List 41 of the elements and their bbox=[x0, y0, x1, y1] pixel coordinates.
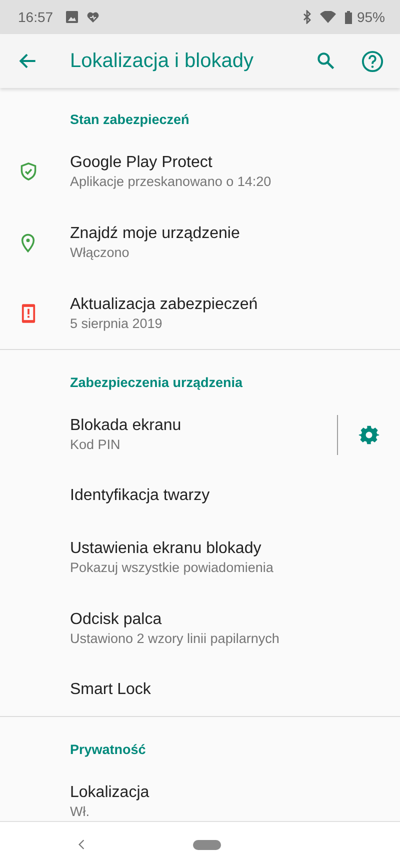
item-summary: Aplikacje przeskanowano o 14:20 bbox=[70, 174, 272, 189]
battery-icon bbox=[344, 10, 352, 24]
section-header: Prywatność bbox=[69, 741, 147, 759]
settings-item[interactable]: Aktualizacja zabezpieczeń 5 sierpnia 2019 bbox=[0, 278, 400, 349]
item-title: Ustawienia ekranu blokady bbox=[70, 540, 262, 558]
item-title: Smart Lock bbox=[70, 681, 152, 699]
section-header: Zabezpieczenia urządzenia bbox=[69, 374, 244, 392]
item-title: Blokada ekranu bbox=[70, 417, 182, 435]
settings-item[interactable]: Google Play Protect Aplikacje przeskanowano o 14:20 bbox=[0, 136, 400, 207]
section-header: Stan zabezpieczeń bbox=[69, 111, 190, 129]
back-chevron-icon[interactable] bbox=[78, 839, 85, 850]
item-summary: 5 sierpnia 2019 bbox=[70, 316, 164, 331]
item-summary: Ustawiono 2 wzory linii papilarnych bbox=[70, 631, 280, 646]
search-icon[interactable] bbox=[315, 50, 337, 72]
settings-item[interactable]: Identyfikacja twarzy bbox=[0, 470, 400, 522]
wifi-icon bbox=[320, 11, 336, 23]
item-title: Google Play Protect bbox=[70, 154, 214, 172]
heart-icon bbox=[87, 12, 100, 22]
settings-item[interactable]: Blokada ekranu Kod PIN bbox=[0, 399, 400, 470]
home-pill[interactable] bbox=[193, 840, 221, 850]
image-icon bbox=[66, 11, 78, 23]
help-icon[interactable] bbox=[361, 50, 384, 72]
item-title: Lokalizacja bbox=[70, 784, 150, 802]
settings-item[interactable]: Odcisk palca Ustawiono 2 wzory linii papilarnych bbox=[0, 593, 400, 664]
screen-title: Lokalizacja i blokady bbox=[70, 50, 254, 72]
item-title: Znajdź moje urządzenie bbox=[70, 225, 241, 243]
item-summary: Wł. bbox=[70, 804, 90, 819]
item-summary: Pokazuj wszystkie powiadomienia bbox=[70, 560, 274, 575]
item-title: Aktualizacja zabezpieczeń bbox=[70, 296, 259, 314]
settings-item[interactable]: Lokalizacja Wł. bbox=[0, 766, 400, 821]
settings-item[interactable]: Ustawienia ekranu blokady Pokazuj wszystkie powiadomienia bbox=[0, 522, 400, 593]
battery-percent: 95% bbox=[356, 9, 385, 25]
settings-item[interactable]: Znajdź moje urządzenie Włączono bbox=[0, 207, 400, 278]
bluetooth-icon bbox=[302, 10, 311, 24]
item-title: Identyfikacja twarzy bbox=[70, 487, 211, 505]
settings-icon[interactable] bbox=[358, 424, 380, 446]
item-summary: Kod PIN bbox=[70, 437, 122, 452]
settings-item[interactable]: Smart Lock bbox=[0, 664, 400, 716]
item-summary: Włączono bbox=[70, 245, 130, 260]
item-title: Odcisk palca bbox=[70, 611, 163, 629]
status-time: 16:57 bbox=[18, 9, 54, 25]
